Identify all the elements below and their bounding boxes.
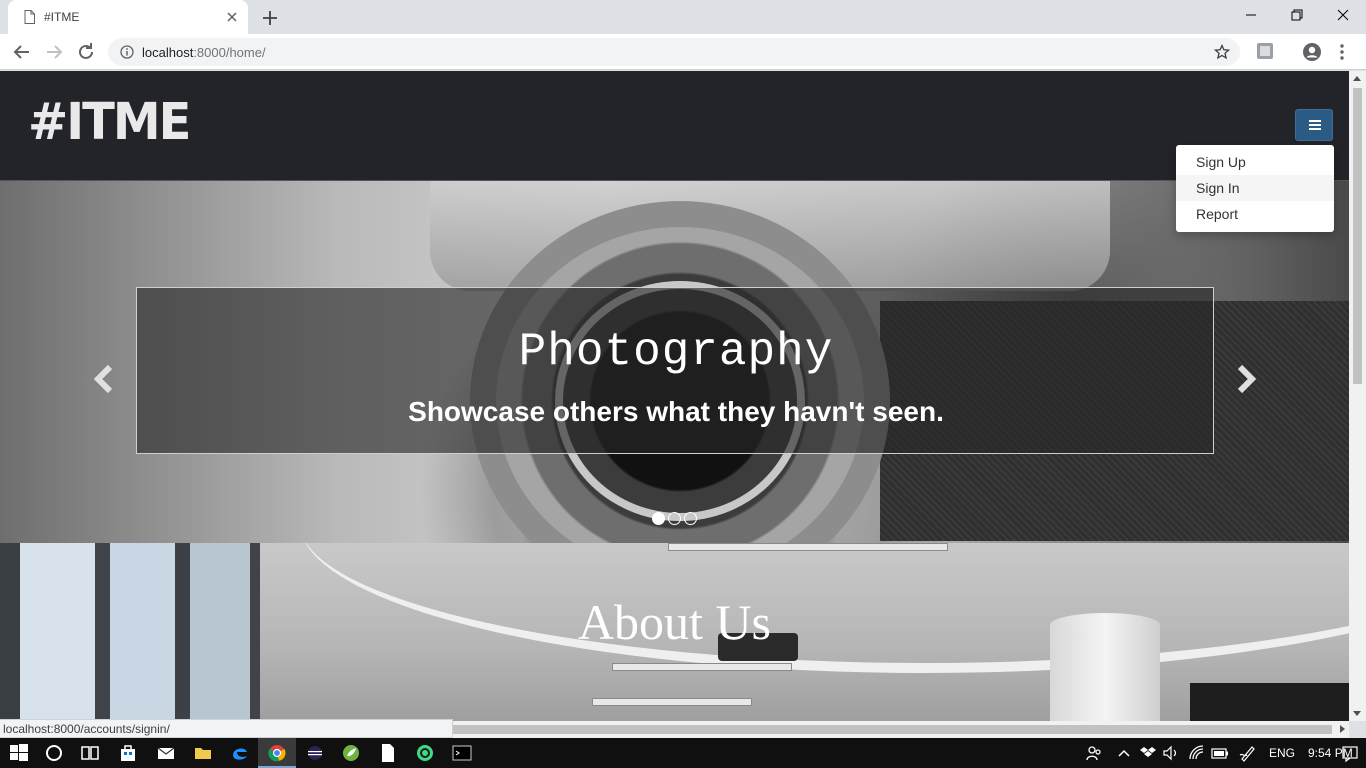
app-gear-icon[interactable] — [415, 743, 435, 763]
hamburger-icon-bar — [1309, 128, 1321, 130]
mail-icon[interactable] — [156, 743, 176, 763]
ceiling-light — [668, 543, 948, 551]
url-path: :8000/home/ — [193, 45, 266, 60]
hamburger-icon-bar — [1309, 124, 1321, 126]
battery-icon[interactable] — [1210, 743, 1230, 763]
reload-icon[interactable] — [74, 40, 98, 64]
notifications-icon[interactable] — [1340, 743, 1360, 763]
scrollbar-thumb[interactable] — [1353, 88, 1362, 384]
ceiling-light — [612, 663, 792, 671]
restore-icon — [1291, 9, 1303, 21]
show-hidden-icons-chevron-icon[interactable] — [1114, 743, 1134, 763]
volume-icon[interactable] — [1161, 743, 1181, 763]
carousel-caption: Photography Showcase others what they ha… — [136, 287, 1214, 454]
notepad-icon[interactable] — [378, 743, 398, 763]
nav-dropdown-menu: Sign Up Sign In Report — [1176, 145, 1334, 232]
minimize-icon — [1246, 14, 1256, 16]
windows-taskbar: ENG 9:54 PM — [0, 738, 1366, 768]
page-icon — [24, 10, 35, 24]
horizontal-scrollbar-thumb[interactable] — [452, 725, 1332, 734]
new-tab-icon[interactable] — [259, 7, 281, 29]
chrome-icon[interactable] — [267, 743, 287, 763]
menu-item-sign-up[interactable]: Sign Up — [1176, 149, 1334, 175]
hamburger-icon-bar — [1309, 120, 1321, 122]
store-icon[interactable] — [118, 743, 138, 763]
file-explorer-icon[interactable] — [193, 743, 213, 763]
windows-start-icon[interactable] — [9, 743, 29, 763]
command-prompt-icon[interactable] — [452, 743, 472, 763]
url-text: localhost:8000/home/ — [142, 45, 266, 60]
carousel-indicator-2[interactable] — [668, 512, 681, 525]
profile-icon[interactable] — [1302, 42, 1322, 62]
minimize-button[interactable] — [1228, 0, 1274, 30]
pen-workspace-icon[interactable] — [1238, 743, 1258, 763]
people-icon[interactable] — [1084, 743, 1104, 763]
site-navbar: #ITME — [0, 71, 1349, 181]
eclipse-ide-icon[interactable] — [305, 743, 325, 763]
info-icon[interactable] — [120, 45, 134, 59]
carousel-subtitle: Showcase others what they havn't seen. — [408, 396, 944, 427]
vertical-scrollbar[interactable] — [1349, 71, 1366, 721]
menu-item-report[interactable]: Report — [1176, 201, 1334, 227]
task-view-icon[interactable] — [80, 743, 100, 763]
carousel-prev-chevron-icon[interactable] — [90, 359, 120, 399]
about-section: About Us — [0, 543, 1349, 721]
browser-tab[interactable]: #ITME — [8, 0, 248, 34]
carousel-indicators — [652, 512, 702, 526]
site-logo[interactable]: #ITME — [28, 96, 191, 149]
office-furniture-image — [1190, 683, 1349, 721]
carousel-indicator-1[interactable] — [652, 512, 665, 525]
ceiling-light — [592, 698, 752, 706]
address-bar[interactable]: localhost:8000/home/ — [108, 38, 1240, 66]
menu-item-sign-in[interactable]: Sign In — [1176, 175, 1334, 201]
bookmark-star-icon[interactable] — [1214, 44, 1230, 60]
page-viewport: #ITME Photography Showcase others what t… — [0, 71, 1349, 721]
menu-kebab-icon[interactable] — [1334, 42, 1350, 62]
dropbox-icon[interactable] — [1138, 743, 1158, 763]
forward-arrow-icon[interactable] — [42, 40, 66, 64]
link-status-bubble: localhost:8000/accounts/signin/ — [0, 719, 453, 738]
carousel-indicator-3[interactable] — [684, 512, 697, 525]
extension-icon[interactable] — [1256, 42, 1274, 60]
restore-button[interactable] — [1274, 0, 1320, 30]
carousel-next-chevron-icon[interactable] — [1230, 359, 1260, 399]
close-icon — [1337, 9, 1349, 21]
url-host: localhost — [142, 45, 194, 60]
back-arrow-icon[interactable] — [10, 40, 34, 64]
scroll-up-arrow-icon[interactable] — [1353, 76, 1361, 81]
scroll-down-arrow-icon[interactable] — [1353, 711, 1361, 716]
menu-toggle-button[interactable] — [1295, 109, 1333, 141]
input-language[interactable]: ENG — [1269, 746, 1295, 760]
close-tab-icon[interactable] — [224, 9, 240, 25]
spring-tool-icon[interactable] — [341, 743, 361, 763]
scroll-right-arrow-icon[interactable] — [1340, 725, 1345, 733]
hero-carousel: Photography Showcase others what they ha… — [0, 181, 1349, 543]
cortana-search-icon[interactable] — [44, 743, 64, 763]
close-window-button[interactable] — [1320, 0, 1366, 30]
browser-tabstrip: #ITME — [0, 0, 1366, 34]
wifi-icon[interactable] — [1187, 743, 1207, 763]
carousel-title: Photography — [518, 326, 834, 378]
tab-title: #ITME — [44, 10, 80, 24]
edge-browser-icon[interactable] — [230, 743, 250, 763]
about-title: About Us — [577, 594, 772, 650]
horizontal-scrollbar[interactable] — [452, 721, 1349, 738]
browser-toolbar: localhost:8000/home/ — [0, 34, 1366, 70]
